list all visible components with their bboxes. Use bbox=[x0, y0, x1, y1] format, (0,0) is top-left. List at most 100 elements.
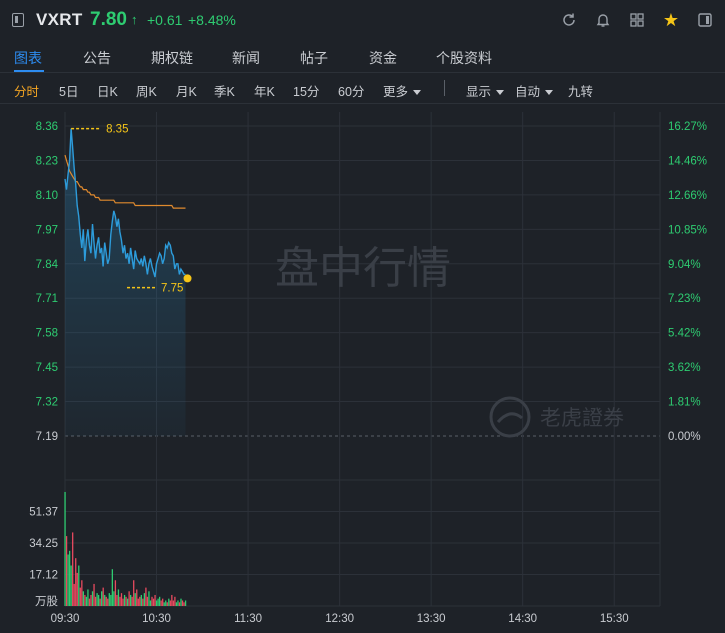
volume-bar bbox=[163, 602, 165, 606]
volume-bar bbox=[64, 491, 66, 606]
volume-bar bbox=[183, 602, 185, 606]
y-tick-left: 8.10 bbox=[36, 190, 58, 202]
tab-capital[interactable]: 资金 bbox=[369, 48, 397, 68]
volume-bar bbox=[78, 565, 80, 606]
auto-dropdown[interactable]: 自动 bbox=[515, 81, 554, 100]
last-price: 7.80 bbox=[90, 9, 127, 30]
tab-chart[interactable]: 图表 bbox=[14, 48, 42, 68]
more-label: 更多 bbox=[383, 85, 409, 99]
x-tick: 11:30 bbox=[234, 613, 262, 625]
period-60min[interactable]: 60分 bbox=[338, 81, 364, 100]
nine-turn-button[interactable]: 九转 bbox=[568, 81, 593, 100]
period-toolbar: 分时 5日 日K 周K 月K 季K 年K 15分 60分 更多 显示 自动 九转 bbox=[0, 73, 725, 104]
period-quarterly[interactable]: 季K bbox=[214, 81, 235, 100]
volume-bar bbox=[85, 596, 88, 606]
x-tick: 15:30 bbox=[600, 613, 629, 625]
x-tick: 10:30 bbox=[142, 613, 171, 625]
panel-icon[interactable] bbox=[695, 10, 715, 30]
period-intraday[interactable]: 分时 bbox=[14, 81, 39, 100]
volume-bar bbox=[162, 598, 164, 606]
high-label: 8.35 bbox=[106, 124, 128, 136]
volume-bar bbox=[145, 587, 147, 606]
volume-bar bbox=[148, 591, 150, 606]
volume-bar bbox=[120, 593, 123, 606]
more-dropdown[interactable]: 更多 bbox=[383, 81, 422, 100]
volume-bar bbox=[111, 569, 113, 606]
volume-bar bbox=[70, 565, 72, 606]
refresh-icon[interactable] bbox=[559, 10, 579, 30]
tab-news[interactable]: 新闻 bbox=[232, 48, 260, 68]
volume-bar bbox=[113, 591, 115, 606]
brand-logo: 老虎證券 bbox=[489, 396, 624, 438]
volume-tick: 34.25 bbox=[29, 538, 58, 550]
x-tick: 09:30 bbox=[51, 613, 80, 625]
volume-bar bbox=[88, 598, 91, 606]
volume-bar bbox=[73, 583, 75, 606]
tab-posts[interactable]: 帖子 bbox=[300, 48, 328, 68]
volume-bar bbox=[155, 600, 158, 606]
star-icon[interactable]: ★ bbox=[661, 10, 681, 30]
volume-tick: 17.12 bbox=[29, 570, 58, 582]
volume-bar bbox=[139, 596, 141, 606]
y-tick-left: 7.97 bbox=[36, 224, 58, 236]
sidebar-toggle-icon[interactable] bbox=[12, 13, 24, 27]
y-tick-left: 7.84 bbox=[36, 259, 59, 271]
price-change-pct: +8.48% bbox=[188, 12, 236, 28]
last-price-dot bbox=[183, 274, 192, 283]
volume-bar bbox=[107, 598, 109, 606]
content-tabs: 图表 公告 期权链 新闻 帖子 资金 个股资料 bbox=[0, 42, 725, 73]
volume-bar bbox=[140, 594, 142, 606]
x-tick: 14:30 bbox=[508, 613, 537, 625]
y-tick-right: 12.66% bbox=[668, 190, 707, 202]
volume-bar bbox=[169, 600, 171, 606]
volume-bar bbox=[114, 580, 117, 606]
tab-options[interactable]: 期权链 bbox=[151, 48, 193, 68]
volume-bars bbox=[64, 491, 187, 606]
period-15min[interactable]: 15分 bbox=[293, 81, 319, 100]
bell-icon[interactable] bbox=[593, 10, 613, 30]
tab-announcements[interactable]: 公告 bbox=[83, 48, 111, 68]
volume-bar bbox=[117, 589, 120, 606]
volume-bar bbox=[123, 594, 126, 606]
volume-bar bbox=[110, 594, 112, 606]
volume-bar bbox=[165, 600, 167, 606]
chevron-down-icon bbox=[545, 90, 554, 96]
volume-bar bbox=[142, 598, 144, 606]
intraday-chart[interactable]: 盘中行情 老虎證券 8.36 8.23 8.10 7.97 7.84 7.71 7.58 7.… bbox=[0, 104, 725, 633]
volume-tick: 51.37 bbox=[29, 507, 58, 519]
volume-bar bbox=[105, 596, 107, 606]
volume-bar bbox=[171, 594, 173, 606]
volume-bar bbox=[158, 596, 161, 606]
period-yearly[interactable]: 年K bbox=[254, 81, 275, 100]
volume-bar bbox=[177, 600, 179, 606]
volume-bar bbox=[91, 591, 94, 606]
price-up-arrow-icon: ↑ bbox=[131, 12, 138, 27]
watermark: 盘中行情 bbox=[275, 243, 451, 294]
volume-bar bbox=[131, 596, 133, 606]
x-tick: 12:30 bbox=[325, 613, 354, 625]
grid-icon[interactable] bbox=[627, 10, 647, 30]
period-weekly[interactable]: 周K bbox=[136, 81, 157, 100]
volume-bar bbox=[108, 593, 110, 606]
ticker-symbol: VXRT bbox=[36, 10, 83, 29]
period-5day[interactable]: 5日 bbox=[59, 81, 78, 100]
y-tick-right: 1.81% bbox=[668, 397, 701, 409]
volume-bar bbox=[90, 594, 92, 606]
volume-bar bbox=[178, 602, 181, 606]
volume-bar bbox=[119, 596, 121, 606]
y-axis-right: 16.27% 14.46% 12.66% 10.85% 9.04% 7.23% 5.42% 3… bbox=[668, 121, 707, 443]
display-dropdown[interactable]: 显示 bbox=[466, 81, 505, 100]
y-tick-right: 7.23% bbox=[668, 293, 701, 305]
volume-bar bbox=[152, 598, 155, 606]
volume-bar bbox=[68, 550, 71, 606]
volume-bar bbox=[168, 598, 170, 606]
volume-bar bbox=[72, 532, 74, 606]
period-daily[interactable]: 日K bbox=[97, 81, 118, 100]
period-monthly[interactable]: 月K bbox=[176, 81, 197, 100]
auto-label: 自动 bbox=[515, 85, 541, 99]
x-tick: 13:30 bbox=[417, 613, 446, 625]
volume-bar bbox=[143, 593, 146, 606]
volume-bar bbox=[184, 600, 187, 606]
volume-bar bbox=[101, 591, 103, 606]
tab-profile[interactable]: 个股资料 bbox=[436, 48, 492, 68]
